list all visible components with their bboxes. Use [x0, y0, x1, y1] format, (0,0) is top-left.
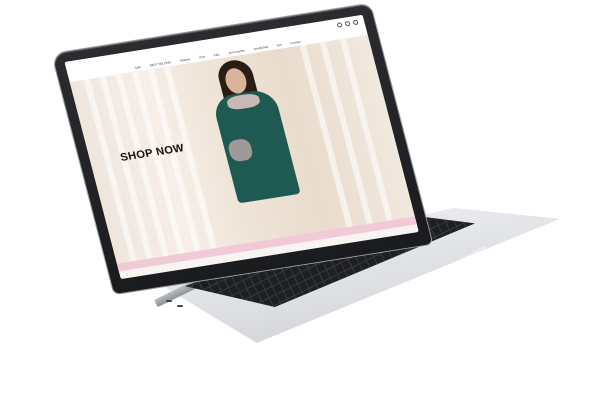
nav-item-contact[interactable]: Contact: [290, 39, 301, 44]
model-image: [199, 54, 306, 204]
cart-icon[interactable]: [352, 19, 359, 26]
usb-port: [177, 305, 183, 307]
laptop-mockup: Sale BEST SELLING Women Prêt Kids Access…: [0, 0, 600, 400]
search-icon[interactable]: [336, 22, 343, 28]
nav-item-kids[interactable]: Kids: [213, 52, 220, 57]
user-icon[interactable]: [344, 20, 351, 27]
nav-item-pret[interactable]: Prêt: [199, 54, 206, 59]
nav-item-sale[interactable]: Sale: [134, 65, 141, 70]
laptop-lid: Sale BEST SELLING Women Prêt Kids Access…: [52, 3, 433, 295]
nav-item-women[interactable]: Women: [179, 57, 190, 62]
laptop-screen: Sale BEST SELLING Women Prêt Kids Access…: [64, 14, 419, 280]
header-icons: [336, 19, 359, 28]
nav-item-unstitched[interactable]: Unstitched: [253, 44, 268, 50]
nav-item-accessories[interactable]: Accessories: [228, 48, 245, 54]
usb-port: [166, 300, 172, 302]
nav-item-eid[interactable]: Eid: [276, 42, 281, 47]
